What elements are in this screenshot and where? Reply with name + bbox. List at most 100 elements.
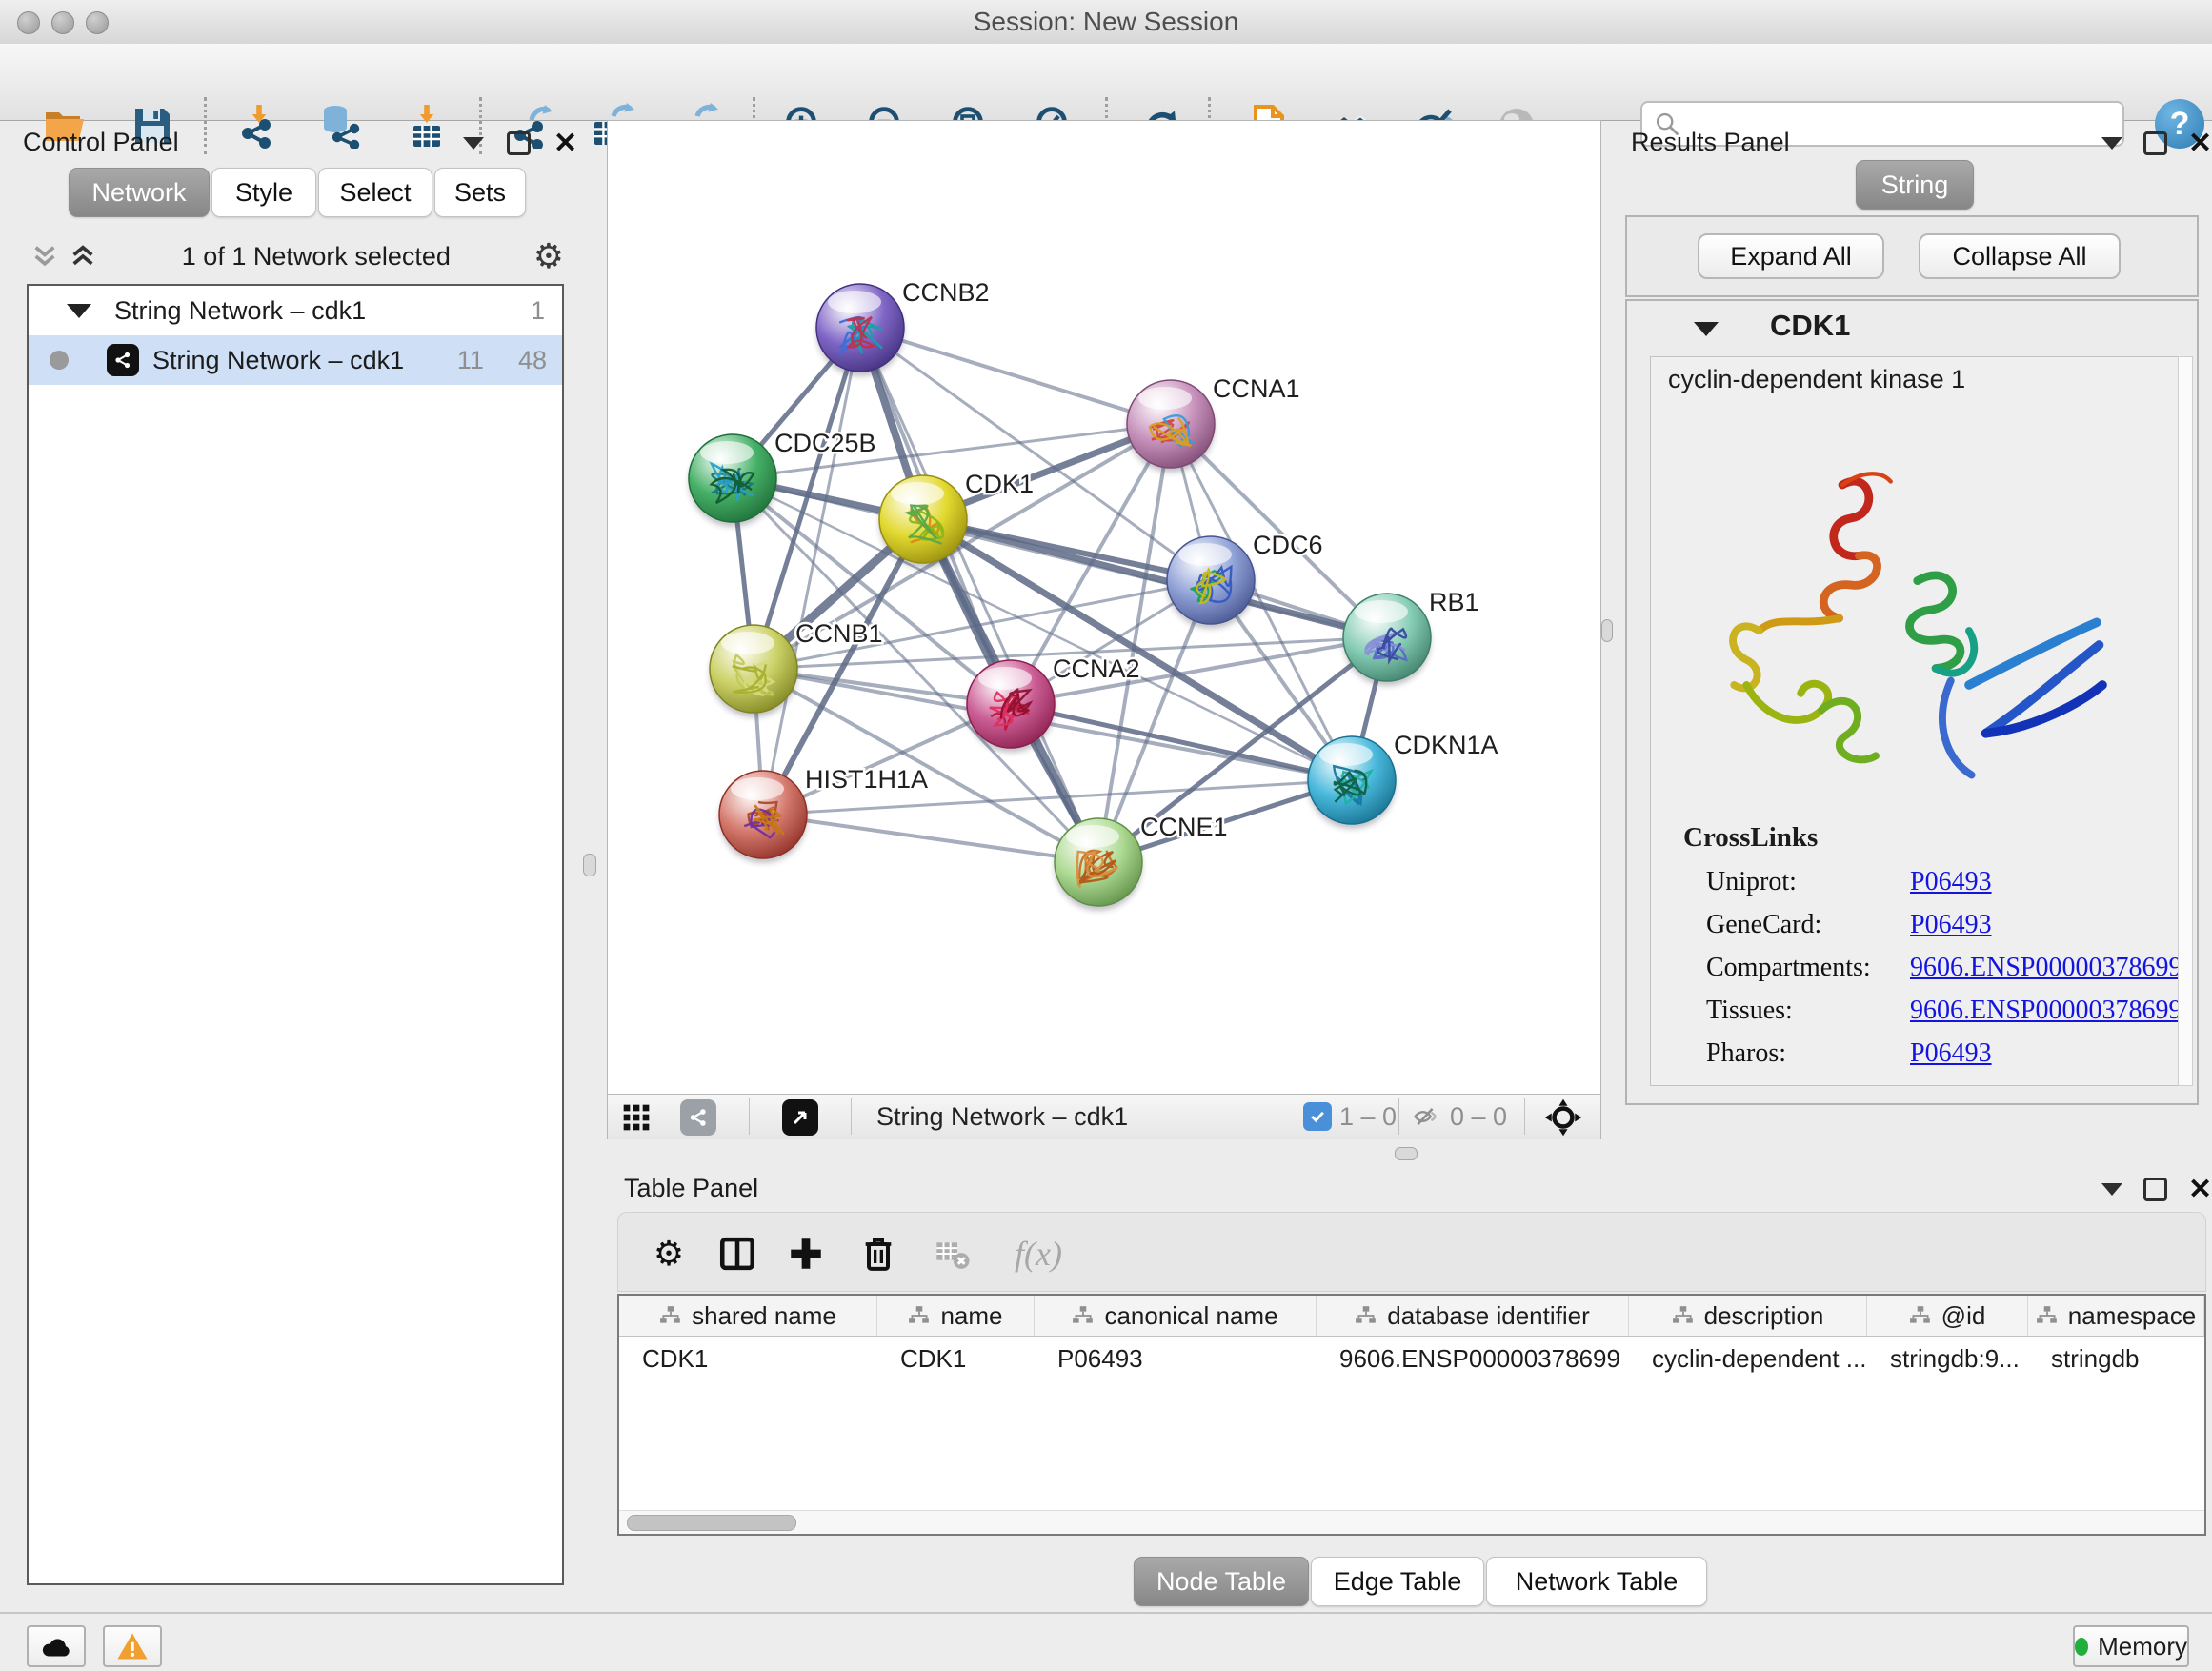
crosslink-row: Pharos:P06493 <box>1706 1032 2163 1075</box>
table-panel: Table Panel ✕ ⚙ f(x) shared namenamecano… <box>607 1170 2212 1612</box>
edge-CCNB2-CCNA1[interactable] <box>860 328 1171 424</box>
toolbar-separator <box>749 1098 750 1135</box>
table-options-gear-icon[interactable]: ⚙ <box>645 1230 693 1278</box>
table-cell[interactable]: cyclin-dependent ... <box>1629 1337 1867 1380</box>
expand-all-icon[interactable] <box>67 243 99 270</box>
crosslink-label: Uniprot: <box>1706 867 1910 897</box>
network-collection-row[interactable]: String Network – cdk1 1 <box>29 286 562 335</box>
network-status-dot <box>50 351 69 370</box>
network-tree: String Network – cdk1 1 String Network –… <box>27 284 564 1585</box>
network-svg[interactable]: CCNB2CCNA1CDC25BCDK1CDC6RB1CCNB1CCNA2CDK… <box>608 121 1600 1093</box>
edge-CCNA2-CDKN1A[interactable] <box>1011 704 1352 780</box>
protein-expander-icon[interactable] <box>1694 322 1719 336</box>
network-share-icon[interactable] <box>680 1099 716 1136</box>
column-header-canonical-name[interactable]: canonical name <box>1035 1296 1317 1336</box>
column-header-database-identifier[interactable]: database identifier <box>1317 1296 1629 1336</box>
panel-menu-icon[interactable] <box>2101 137 2122 150</box>
table-cell[interactable]: CDK1 <box>619 1337 877 1380</box>
tab-select[interactable]: Select <box>318 168 432 217</box>
cloud-status-button[interactable] <box>27 1625 86 1667</box>
results-panel-title: Results Panel <box>1631 128 1790 157</box>
table-row[interactable]: CDK1CDK1P064939606.ENSP00000378699cyclin… <box>619 1337 2204 1380</box>
cloud-icon <box>39 1632 73 1661</box>
memory-button[interactable]: Memory <box>2073 1625 2189 1667</box>
cytoscape-window: Session: New Session <box>0 0 2212 1671</box>
tab-network[interactable]: Network <box>69 168 210 217</box>
show-columns-icon[interactable] <box>714 1230 761 1278</box>
node-CDKN1A[interactable]: CDKN1A <box>1308 731 1498 829</box>
edge-HIST1H1A-CCNE1[interactable] <box>763 815 1098 862</box>
grid-view-icon[interactable] <box>620 1102 653 1137</box>
tab-network-table[interactable]: Network Table <box>1486 1557 1707 1606</box>
delete-table-icon-disabled[interactable] <box>929 1230 976 1278</box>
results-scrollbar[interactable] <box>2178 356 2193 1086</box>
table-cell[interactable]: CDK1 <box>877 1337 1035 1380</box>
control-panel: Control Panel ✕ Network Style Select Set… <box>10 120 572 1612</box>
birdseye-navigator-icon[interactable] <box>1543 1097 1583 1142</box>
crosslink-row: Uniprot:P06493 <box>1706 860 2163 903</box>
toolbar-separator <box>851 1098 852 1135</box>
network-row-selected[interactable]: String Network – cdk1 11 48 <box>29 335 562 385</box>
table-cell[interactable]: stringdb <box>2028 1337 2204 1380</box>
network-options-gear-icon[interactable]: ⚙ <box>533 239 564 273</box>
column-header-description[interactable]: description <box>1629 1296 1867 1336</box>
float-panel-icon[interactable] <box>2143 1178 2167 1201</box>
node-CDC25B[interactable]: CDC25B <box>689 429 876 527</box>
node-CCNA1[interactable]: CCNA1 <box>1127 374 1300 473</box>
tab-string[interactable]: String <box>1856 160 1974 210</box>
network-view-canvas[interactable]: CCNB2CCNA1CDC25BCDK1CDC6RB1CCNB1CCNA2CDK… <box>607 120 1601 1139</box>
node-CCNE1[interactable]: CCNE1 <box>1055 813 1228 911</box>
tab-sets[interactable]: Sets <box>434 168 526 217</box>
node-CCNA2[interactable]: CCNA2 <box>967 654 1140 753</box>
crosslink-value-link[interactable]: P06493 <box>1910 1038 1992 1069</box>
node-label: CDC6 <box>1253 531 1323 559</box>
float-panel-icon[interactable] <box>2143 131 2167 155</box>
selected-checkbox-icon[interactable] <box>1303 1102 1332 1131</box>
function-builder-icon[interactable]: f(x) <box>997 1230 1079 1278</box>
node-label: CDC25B <box>774 429 876 457</box>
collapse-all-icon[interactable] <box>29 243 61 270</box>
column-header-namespace[interactable]: namespace <box>2028 1296 2204 1336</box>
close-panel-icon[interactable]: ✕ <box>2188 132 2212 155</box>
panel-menu-icon[interactable] <box>2101 1183 2122 1196</box>
collapse-all-button[interactable]: Collapse All <box>1919 233 2121 279</box>
node-label: CCNB2 <box>902 278 990 307</box>
delete-column-icon[interactable] <box>855 1230 902 1278</box>
horizontal-splitter-handle[interactable] <box>1395 1147 1418 1160</box>
left-splitter-handle[interactable] <box>583 854 596 876</box>
expand-all-button[interactable]: Expand All <box>1698 233 1884 279</box>
create-column-icon[interactable] <box>782 1230 830 1278</box>
control-panel-title: Control Panel <box>23 128 179 157</box>
tab-node-table[interactable]: Node Table <box>1134 1557 1309 1606</box>
open-in-new-window-icon[interactable] <box>782 1099 818 1136</box>
crosslink-value-link[interactable]: 9606.ENSP00000378699 <box>1910 953 2182 983</box>
warnings-button[interactable] <box>103 1625 162 1667</box>
close-panel-icon[interactable]: ✕ <box>2188 1178 2212 1201</box>
table-cell[interactable]: stringdb:9... <box>1867 1337 2028 1380</box>
crosslink-value-link[interactable]: P06493 <box>1910 867 1992 897</box>
node-HIST1H1A[interactable]: HIST1H1A <box>719 765 928 863</box>
column-header-shared-name[interactable]: shared name <box>619 1296 877 1336</box>
toolbar-separator <box>1398 1098 1399 1135</box>
crosslink-value-link[interactable]: 9606.ENSP00000378699 <box>1910 996 2182 1026</box>
hidden-eye-icon[interactable] <box>1410 1103 1440 1135</box>
table-cell[interactable]: P06493 <box>1035 1337 1317 1380</box>
close-panel-icon[interactable]: ✕ <box>553 132 577 155</box>
column-header-name[interactable]: name <box>877 1296 1035 1336</box>
tab-edge-table[interactable]: Edge Table <box>1311 1557 1484 1606</box>
attribute-type-icon <box>1909 1305 1932 1326</box>
node-RB1[interactable]: RB1 <box>1343 588 1479 686</box>
panel-menu-icon[interactable] <box>463 137 484 150</box>
table-horizontal-scrollbar[interactable] <box>619 1510 2204 1534</box>
collection-expander-icon[interactable] <box>67 304 91 318</box>
scrollbar-thumb[interactable] <box>627 1515 796 1531</box>
table-cell[interactable]: 9606.ENSP00000378699 <box>1317 1337 1629 1380</box>
crosslink-row: Tissues:9606.ENSP00000378699 <box>1706 989 2163 1032</box>
crosslink-row: GeneCard:P06493 <box>1706 903 2163 946</box>
column-header--id[interactable]: @id <box>1867 1296 2028 1336</box>
crosslink-value-link[interactable]: P06493 <box>1910 910 1992 940</box>
float-panel-icon[interactable] <box>507 131 531 155</box>
node-CCNB1[interactable]: CCNB1 <box>710 619 883 717</box>
node-label: CCNE1 <box>1140 813 1228 841</box>
tab-style[interactable]: Style <box>211 168 316 217</box>
